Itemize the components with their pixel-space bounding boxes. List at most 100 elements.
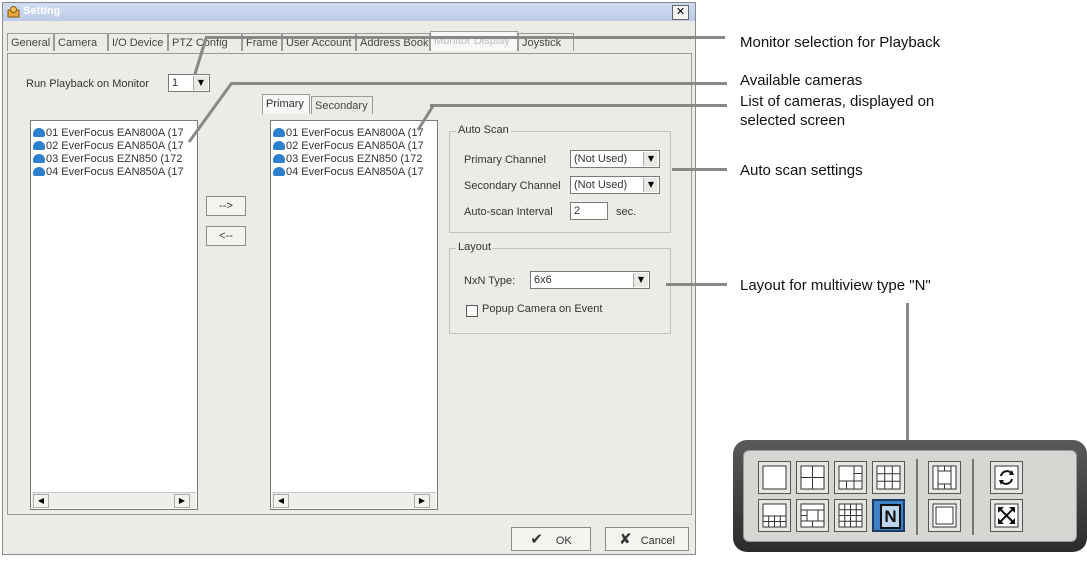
camera-name: 01 EverFocus EAN800A (17 — [286, 127, 424, 139]
auto-scan-title: Auto Scan — [456, 124, 511, 136]
layout-n-button[interactable]: N — [872, 499, 905, 532]
auto-scan-interval-input[interactable]: 2 — [570, 202, 608, 220]
camera-name: 02 EverFocus EAN850A (17 — [286, 140, 424, 152]
scroll-left-icon[interactable]: ◀ — [273, 494, 289, 508]
ok-button[interactable]: ✔ OK — [511, 527, 591, 551]
tab-primary[interactable]: Primary — [262, 94, 310, 114]
run-playback-value: 1 — [172, 77, 179, 89]
auto-scan-group: Auto Scan Primary Channel (Not Used) ▼ S… — [449, 124, 671, 233]
layout-button-panel: N — [733, 440, 1087, 552]
camera-icon — [273, 167, 285, 176]
layout-4x4-button[interactable] — [834, 499, 867, 532]
panel-separator — [916, 459, 918, 535]
ok-label: OK — [555, 535, 572, 547]
interval-unit-label: sec. — [616, 206, 637, 218]
tab-general[interactable]: General — [7, 33, 54, 51]
layout-3x3-button[interactable] — [872, 461, 905, 494]
camera-name: 04 EverFocus EAN850A (17 — [286, 166, 424, 178]
scroll-left-icon[interactable]: ◀ — [33, 494, 49, 508]
layout-outer-ring-button[interactable] — [928, 461, 961, 494]
layout-title: Layout — [456, 241, 494, 253]
screen-cameras-list[interactable]: ◀ ▶ 01 EverFocus EAN800A (17 02 EverFocus… — [270, 120, 438, 510]
available-cameras-list[interactable]: ◀ ▶ 01 EverFocus EAN800A (17 02 EverFocus… — [30, 120, 198, 510]
tab-monitor-display[interactable]: Monitor Display — [430, 31, 518, 51]
camera-name: 02 EverFocus EAN850A (17 — [46, 140, 184, 152]
settings-icon — [7, 6, 20, 18]
auto-scan-interval-value: 2 — [574, 205, 581, 217]
list-item[interactable]: 01 EverFocus EAN800A (17 — [273, 127, 424, 140]
list-item[interactable]: 01 EverFocus EAN800A (17 — [33, 127, 184, 140]
primary-channel-label: Primary Channel — [464, 154, 546, 166]
checkmark-icon: ✔ — [530, 530, 543, 548]
camera-name: 03 EverFocus EZN850 (172 — [46, 153, 183, 165]
list-item[interactable]: 02 EverFocus EAN850A (17 — [33, 140, 184, 153]
list-item[interactable]: 03 EverFocus EZN850 (172 — [33, 153, 182, 166]
secondary-channel-value: (Not Used) — [574, 179, 628, 191]
tab-i-o-device[interactable]: I/O Device — [108, 33, 168, 51]
scroll-right-icon[interactable]: ▶ — [174, 494, 190, 508]
move-right-button[interactable]: --> — [206, 196, 246, 216]
list-cameras-leader — [430, 104, 727, 107]
list-cameras-annotation-line2: selected screen — [740, 112, 846, 129]
layout-1plus5-button[interactable] — [834, 461, 867, 494]
nxn-type-value: 6x6 — [534, 274, 552, 286]
cancel-label: Cancel — [640, 535, 675, 547]
auto-scan-interval-label: Auto-scan Interval — [464, 206, 553, 218]
dialog-title: Setting — [23, 5, 61, 17]
secondary-channel-label: Secondary Channel — [464, 180, 561, 192]
x-icon: ✘ — [619, 530, 632, 548]
layout-square-button[interactable] — [928, 499, 961, 532]
horizontal-scrollbar[interactable]: ◀ ▶ — [272, 492, 436, 508]
camera-icon — [33, 128, 45, 137]
primary-channel-select[interactable]: (Not Used) ▼ — [570, 150, 660, 168]
available-cameras-annotation: Available cameras — [740, 72, 863, 89]
tab-secondary[interactable]: Secondary — [311, 96, 373, 114]
layout-2x2-button[interactable] — [796, 461, 829, 494]
layout-1x1-button[interactable] — [758, 461, 791, 494]
chevron-down-icon[interactable]: ▼ — [633, 273, 648, 287]
list-item[interactable]: 03 EverFocus EZN850 (172 — [273, 153, 422, 166]
camera-name: 03 EverFocus EZN850 (172 — [286, 153, 423, 165]
layout-buttons: N — [743, 450, 1077, 542]
nxn-type-select[interactable]: 6x6 ▼ — [530, 271, 650, 289]
layout-1plus7-button[interactable] — [758, 499, 791, 532]
cancel-button[interactable]: ✘ Cancel — [605, 527, 689, 551]
run-playback-label: Run Playback on Monitor — [26, 78, 149, 90]
camera-icon — [33, 141, 45, 150]
camera-icon — [273, 141, 285, 150]
list-item[interactable]: 04 EverFocus EAN850A (17 — [33, 166, 184, 179]
auto-scan-leader — [672, 168, 727, 171]
camera-icon — [273, 154, 285, 163]
monitor-selection-annotation: Monitor selection for Playback — [740, 34, 941, 51]
camera-icon — [33, 167, 45, 176]
list-item[interactable]: 04 EverFocus EAN850A (17 — [273, 166, 424, 179]
tab-camera[interactable]: Camera — [54, 33, 108, 51]
panel-separator — [972, 459, 974, 535]
primary-channel-value: (Not Used) — [574, 153, 628, 165]
list-item[interactable]: 02 EverFocus EAN850A (17 — [273, 140, 424, 153]
scroll-right-icon[interactable]: ▶ — [414, 494, 430, 508]
chevron-down-icon[interactable]: ▼ — [643, 178, 658, 192]
auto-scan-annotation: Auto scan settings — [740, 162, 863, 179]
camera-name: 04 EverFocus EAN850A (17 — [46, 166, 184, 178]
available-cameras-pointer — [187, 83, 233, 143]
monitor-selection-leader — [205, 36, 725, 39]
monitor-selection-pointer — [193, 37, 208, 75]
close-button[interactable]: ✕ — [672, 5, 689, 20]
available-cameras-leader — [230, 82, 727, 85]
title-bar: Setting ✕ — [3, 3, 695, 21]
popup-camera-checkbox[interactable] — [466, 305, 478, 317]
chevron-down-icon[interactable]: ▼ — [643, 152, 658, 166]
nxn-type-label: NxN Type: — [464, 275, 516, 287]
secondary-channel-select[interactable]: (Not Used) ▼ — [570, 176, 660, 194]
layout-leader — [666, 283, 727, 286]
move-left-button[interactable]: <-- — [206, 226, 246, 246]
fullscreen-icon[interactable] — [990, 499, 1023, 532]
camera-name: 01 EverFocus EAN800A (17 — [46, 127, 184, 139]
horizontal-scrollbar[interactable]: ◀ ▶ — [32, 492, 196, 508]
camera-icon — [33, 154, 45, 163]
layout-n-label: N — [880, 504, 901, 529]
camera-icon — [273, 128, 285, 137]
layout-1plus12-button[interactable] — [796, 499, 829, 532]
refresh-icon[interactable] — [990, 461, 1023, 494]
